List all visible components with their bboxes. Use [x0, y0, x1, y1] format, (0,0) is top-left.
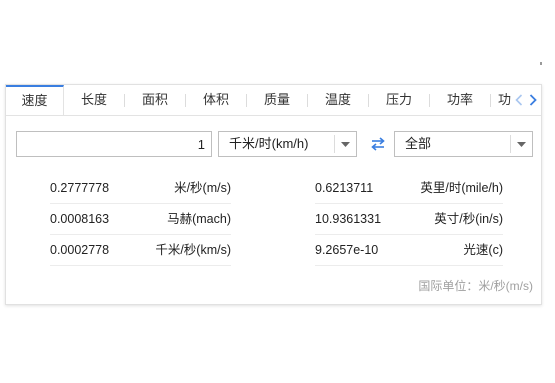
result-unit: 英寸/秒(in/s) — [434, 212, 503, 226]
result-unit: 马赫(mach) — [167, 212, 231, 226]
to-unit-value: 全部 — [405, 136, 432, 151]
result-row: 0.0008163 马赫(mach) — [50, 204, 231, 235]
page: 速度 长度 面积 体积 质量 温度 压力 功率 功 1 千米/时(km/h) 全… — [0, 0, 555, 383]
result-row: 0.0002778 千米/秒(km/s) — [50, 235, 231, 266]
tab-volume[interactable]: 体积 — [186, 85, 246, 115]
tab-scroll-controls — [511, 85, 541, 115]
si-unit-note: 国际单位：米/秒(m/s) — [418, 279, 533, 293]
result-row: 9.2657e-10 光速(c) — [315, 235, 503, 266]
result-unit: 米/秒(m/s) — [174, 181, 231, 195]
result-row: 0.2777778 米/秒(m/s) — [50, 173, 231, 204]
tab-length[interactable]: 长度 — [64, 85, 124, 115]
swap-arrows-icon — [371, 137, 385, 151]
tab-divider — [490, 94, 491, 107]
result-row: 10.9361331 英寸/秒(in/s) — [315, 204, 503, 235]
tab-pressure[interactable]: 压力 — [369, 85, 429, 115]
result-value: 0.2777778 — [50, 181, 110, 195]
result-value: 10.9361331 — [315, 212, 382, 226]
unit-converter-widget: 速度 长度 面积 体积 质量 温度 压力 功率 功 1 千米/时(km/h) 全… — [5, 84, 542, 305]
from-unit-select[interactable]: 千米/时(km/h) — [218, 131, 357, 157]
result-value: 0.6213711 — [315, 181, 374, 195]
result-value: 0.0002778 — [50, 243, 110, 257]
conversion-input-row: 千米/时(km/h) 全部 — [16, 131, 533, 157]
chevron-left-icon[interactable] — [513, 85, 525, 115]
chevron-down-icon — [334, 135, 356, 153]
corner-mark — [540, 62, 542, 65]
result-unit: 千米/秒(km/s) — [155, 243, 231, 257]
from-unit-value: 千米/时(km/h) — [229, 136, 309, 151]
result-unit: 光速(c) — [463, 243, 503, 257]
value-input[interactable] — [16, 131, 212, 157]
swap-units-button[interactable] — [365, 131, 391, 157]
tab-temperature[interactable]: 温度 — [308, 85, 368, 115]
tab-speed[interactable]: 速度 — [6, 85, 64, 115]
result-value: 0.0008163 — [50, 212, 110, 226]
chevron-down-icon — [510, 135, 532, 153]
tab-area[interactable]: 面积 — [125, 85, 185, 115]
tab-mass[interactable]: 质量 — [247, 85, 307, 115]
result-unit: 英里/时(mile/h) — [420, 181, 503, 195]
category-tabs: 速度 长度 面积 体积 质量 温度 压力 功率 功 — [6, 85, 541, 116]
to-unit-select[interactable]: 全部 — [394, 131, 533, 157]
tab-power[interactable]: 功率 — [430, 85, 490, 115]
result-row: 0.6213711 英里/时(mile/h) — [315, 173, 503, 204]
result-value: 9.2657e-10 — [315, 243, 379, 257]
chevron-right-icon[interactable] — [527, 85, 539, 115]
